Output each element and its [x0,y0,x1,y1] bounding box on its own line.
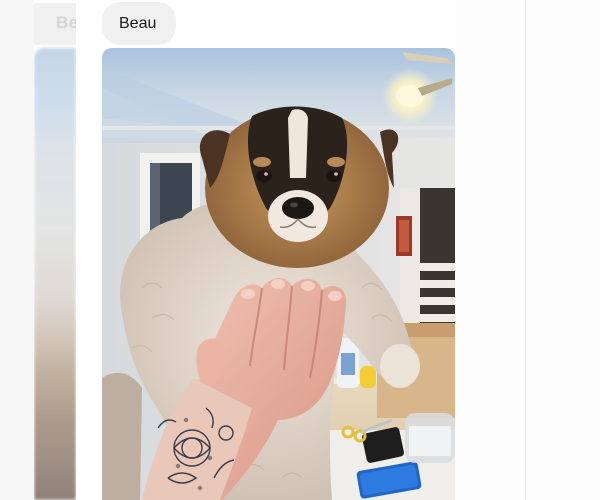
pet-photo[interactable] [102,48,455,500]
previous-post-card[interactable]: Be [34,0,76,500]
puppy-photo-illustration [102,48,455,500]
previous-post-photo [34,48,76,500]
pet-name-label: Beau [119,14,157,32]
previous-name-label: Be [56,13,76,32]
post-viewer: Be Beau [0,0,600,500]
left-gutter [0,0,34,500]
panel-divider [525,0,526,500]
name-pill[interactable]: Beau [102,2,177,45]
right-empty-panel [455,0,600,500]
